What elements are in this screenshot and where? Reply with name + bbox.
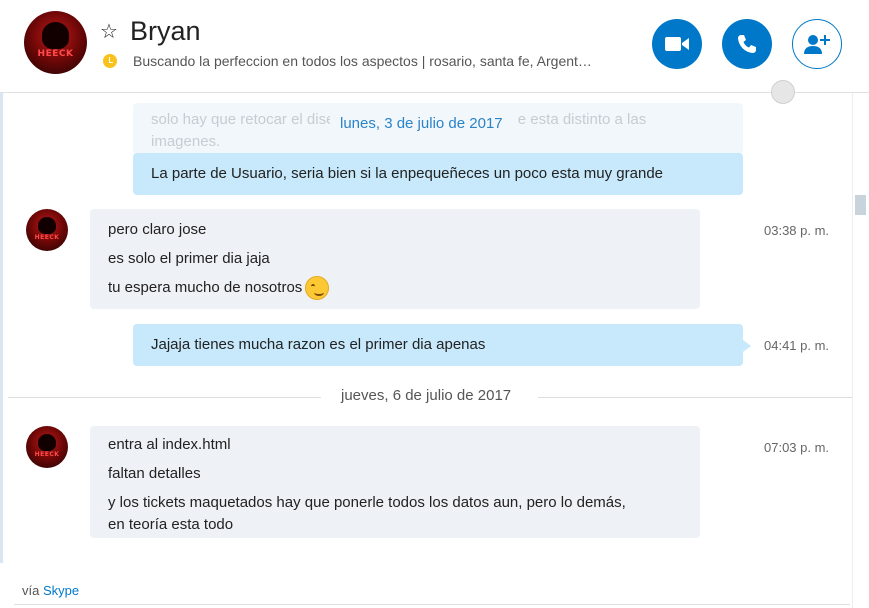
outgoing-message[interactable]: La parte de Usuario, seria bien si la en… — [133, 153, 743, 195]
avatar-logo-text: HEECK — [34, 234, 60, 242]
wink-emoji-icon — [305, 276, 330, 301]
message-line: tu espera mucho de nosotros — [108, 279, 303, 296]
contact-name[interactable]: Bryan — [130, 16, 201, 47]
message-line: pero claro jose — [108, 221, 207, 238]
date-header-sticky: lunes, 3 de julio de 2017 — [330, 113, 513, 135]
message-text: Jajaja tienes mucha razon es el primer d… — [151, 336, 486, 353]
message-line: es solo el primer dia jaja — [108, 250, 270, 267]
video-call-button[interactable] — [652, 19, 702, 69]
date-header-label: lunes, 3 de julio de 2017 — [340, 115, 503, 132]
faded-message-line1: solo hay que retocar el dise — [151, 111, 335, 128]
add-person-icon — [804, 35, 830, 54]
phone-icon — [738, 35, 756, 53]
faded-message-line1-end: e esta distinto a las — [517, 111, 647, 128]
globe-icon[interactable] — [771, 80, 795, 104]
contact-avatar[interactable]: HEECK — [24, 11, 87, 74]
message-line: en teoría esta todo — [108, 516, 234, 533]
message-text: La parte de Usuario, seria bien si la en… — [151, 165, 663, 182]
away-clock-icon — [103, 54, 117, 68]
sender-avatar[interactable]: HEECK — [26, 209, 68, 251]
avatar-logo-text: HEECK — [34, 451, 60, 459]
message-line: entra al index.html — [108, 436, 231, 453]
star-icon[interactable]: ☆ — [100, 19, 124, 44]
contact-name-row: ☆ Bryan — [100, 14, 201, 48]
message-timestamp: 03:38 p. m. — [764, 223, 830, 238]
divider-line-left — [8, 397, 321, 398]
outgoing-message[interactable]: Jajaja tienes mucha razon es el primer d… — [133, 324, 751, 366]
add-participant-button[interactable] — [792, 19, 842, 69]
incoming-message[interactable]: entra al index.html faltan detalles y lo… — [90, 426, 700, 538]
date-divider: jueves, 6 de julio de 2017 — [0, 387, 852, 407]
date-divider-label: jueves, 6 de julio de 2017 — [341, 387, 512, 404]
status-message: Buscando la perfeccion en todos los aspe… — [133, 53, 592, 69]
divider-line-right — [538, 397, 852, 398]
conversation-header: HEECK ☆ Bryan Buscando la perfeccion en … — [0, 0, 869, 93]
message-timestamp: 04:41 p. m. — [764, 338, 830, 353]
avatar-logo-text: HEECK — [37, 48, 74, 59]
via-label: vía — [22, 583, 40, 598]
conversation-footer: vía Skype — [0, 583, 852, 608]
audio-call-button[interactable] — [722, 19, 772, 69]
message-list[interactable]: solo hay que retocar el dise e esta dist… — [0, 93, 852, 583]
avatar-hood-graphic — [37, 433, 57, 452]
avatar-hood-graphic — [37, 216, 57, 235]
scrollbar-track[interactable] — [852, 93, 869, 608]
via-line: vía Skype — [22, 583, 79, 598]
message-timestamp: 07:03 p. m. — [764, 440, 830, 455]
video-camera-icon — [665, 37, 689, 51]
message-line: y los tickets maquetados hay que ponerle… — [108, 494, 626, 511]
avatar-hood-graphic — [41, 22, 70, 49]
contact-status-row: Buscando la perfeccion en todos los aspe… — [103, 51, 592, 71]
footer-divider — [14, 604, 850, 605]
message-line: faltan detalles — [108, 465, 201, 482]
incoming-message[interactable]: pero claro jose es solo el primer dia ja… — [90, 209, 700, 309]
skype-link[interactable]: Skype — [43, 583, 79, 598]
sender-avatar[interactable]: HEECK — [26, 426, 68, 468]
left-edge-rail — [0, 93, 3, 563]
scrollbar-thumb[interactable] — [855, 195, 866, 215]
